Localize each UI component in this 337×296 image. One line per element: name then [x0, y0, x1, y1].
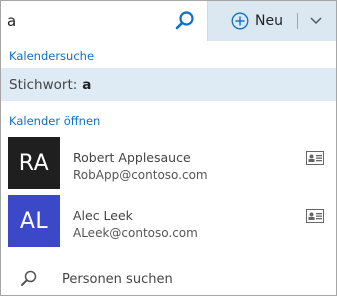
avatar: RA: [8, 137, 60, 189]
search-box: [1, 1, 208, 41]
search-button[interactable]: [173, 9, 197, 33]
person-row[interactable]: AL Alec Leek ALeek@contoso.com: [1, 195, 336, 247]
avatar: AL: [8, 195, 60, 247]
top-bar: Neu: [1, 1, 336, 41]
search-icon: [175, 11, 194, 30]
person-email: RobApp@contoso.com: [73, 168, 208, 182]
contact-card-icon[interactable]: [306, 151, 324, 165]
people-picker-panel: Neu Kalendersuche Stichwort: a Kalender …: [0, 0, 337, 296]
keyword-search-row[interactable]: Stichwort: a: [1, 68, 336, 101]
new-button[interactable]: Neu: [231, 9, 295, 33]
person-name: Alec Leek: [73, 208, 133, 223]
keyword-value: a: [82, 76, 92, 93]
toolbar-divider: [297, 13, 298, 29]
contact-card-icon[interactable]: [306, 209, 324, 223]
person-email: ALeek@contoso.com: [73, 226, 198, 240]
person-row[interactable]: RA Robert Applesauce RobApp@contoso.com: [1, 137, 336, 189]
search-input[interactable]: [7, 10, 167, 32]
person-name: Robert Applesauce: [73, 150, 191, 165]
section-header-open-calendar: Kalender öffnen: [9, 114, 101, 128]
new-dropdown-button[interactable]: [305, 11, 327, 31]
search-icon: [21, 270, 37, 286]
search-people-label: Personen suchen: [62, 272, 173, 287]
new-button-label: Neu: [255, 13, 283, 29]
search-people-button[interactable]: Personen suchen: [1, 263, 336, 295]
section-header-calendar-search: Kalendersuche: [9, 49, 95, 63]
chevron-down-icon: [310, 17, 322, 24]
keyword-label: Stichwort:: [9, 76, 78, 93]
plus-circle-icon: [231, 12, 249, 30]
